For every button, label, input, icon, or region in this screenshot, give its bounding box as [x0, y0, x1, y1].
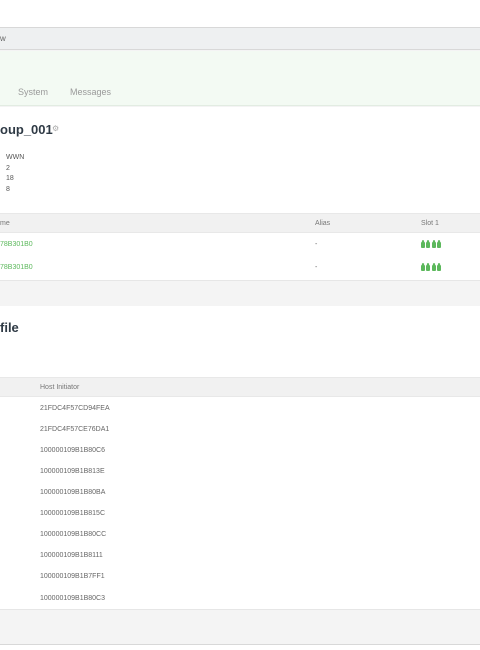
tab-system[interactable]: System: [18, 87, 48, 97]
table-row[interactable]: 100000109B1B80BA: [0, 482, 480, 504]
table-row[interactable]: 100000109B1B80C3: [0, 588, 480, 610]
tab-messages[interactable]: Messages: [70, 87, 111, 97]
profile-table-header: Host Initiator: [0, 377, 480, 397]
prop-value-1: 2: [6, 164, 10, 172]
host-initiator-value: 100000109B1B8111: [40, 552, 103, 559]
gear-icon[interactable]: ⚙: [52, 125, 60, 133]
table-row[interactable]: 100000109B1B80C6: [0, 440, 480, 462]
row-name-link[interactable]: 78B301B0: [0, 264, 33, 271]
breadcrumb-text: w: [0, 34, 6, 43]
col-host-initiator[interactable]: Host Initiator: [40, 384, 79, 391]
group-properties: WWN 2 18 8: [6, 153, 24, 195]
host-initiator-value: 100000109B1B815C: [40, 510, 106, 517]
col-slot1[interactable]: Slot 1: [421, 220, 439, 227]
row-name-link[interactable]: 78B301B0: [0, 241, 33, 248]
prop-value-3: 8: [6, 185, 10, 193]
host-initiator-value: 100000109B1B80BA: [40, 489, 106, 496]
table-row[interactable]: 100000109B1B7FF1: [0, 566, 480, 588]
host-initiator-value: 100000109B1B7FF1: [40, 573, 105, 580]
port-status-icon: [421, 263, 441, 273]
profile-title: file: [0, 320, 19, 335]
group-title: oup_001: [0, 122, 53, 137]
row-alias: -: [315, 241, 318, 248]
table-row[interactable]: 21FDC4F57CE76DA1: [0, 419, 480, 441]
table-row[interactable]: 100000109B1B80CC: [0, 524, 480, 546]
host-initiator-value: 21FDC4F57CE76DA1: [40, 426, 110, 433]
prop-value-2: 18: [6, 175, 14, 182]
host-initiator-value: 100000109B1B80C3: [40, 595, 106, 602]
table-row[interactable]: 100000109B1B8111: [0, 545, 480, 567]
host-initiator-value: 100000109B1B813E: [40, 468, 105, 475]
host-initiator-value: 21FDC4F57CD94FEA: [40, 405, 110, 412]
bottom-bar: [0, 644, 480, 650]
breadcrumb: w: [0, 28, 480, 50]
row-alias: -: [315, 264, 318, 271]
col-name[interactable]: me: [0, 220, 10, 227]
port-status-icon: [421, 240, 441, 250]
table-row[interactable]: 100000109B1B815C: [0, 503, 480, 525]
prop-wwn-label: WWN: [6, 154, 25, 161]
col-alias[interactable]: Alias: [315, 220, 330, 227]
host-initiator-value: 100000109B1B80C6: [40, 447, 106, 454]
group-table-header: me Alias Slot 1: [0, 213, 480, 233]
tab-bar: System Messages: [0, 51, 480, 106]
table-row[interactable]: 78B301B0 -: [0, 234, 480, 256]
host-initiator-value: 100000109B1B80CC: [40, 531, 107, 538]
table-row[interactable]: 78B301B0 -: [0, 257, 480, 279]
top-bar: [0, 0, 480, 28]
table-row[interactable]: 21FDC4F57CD94FEA: [0, 398, 480, 420]
table-row[interactable]: 100000109B1B813E: [0, 461, 480, 483]
